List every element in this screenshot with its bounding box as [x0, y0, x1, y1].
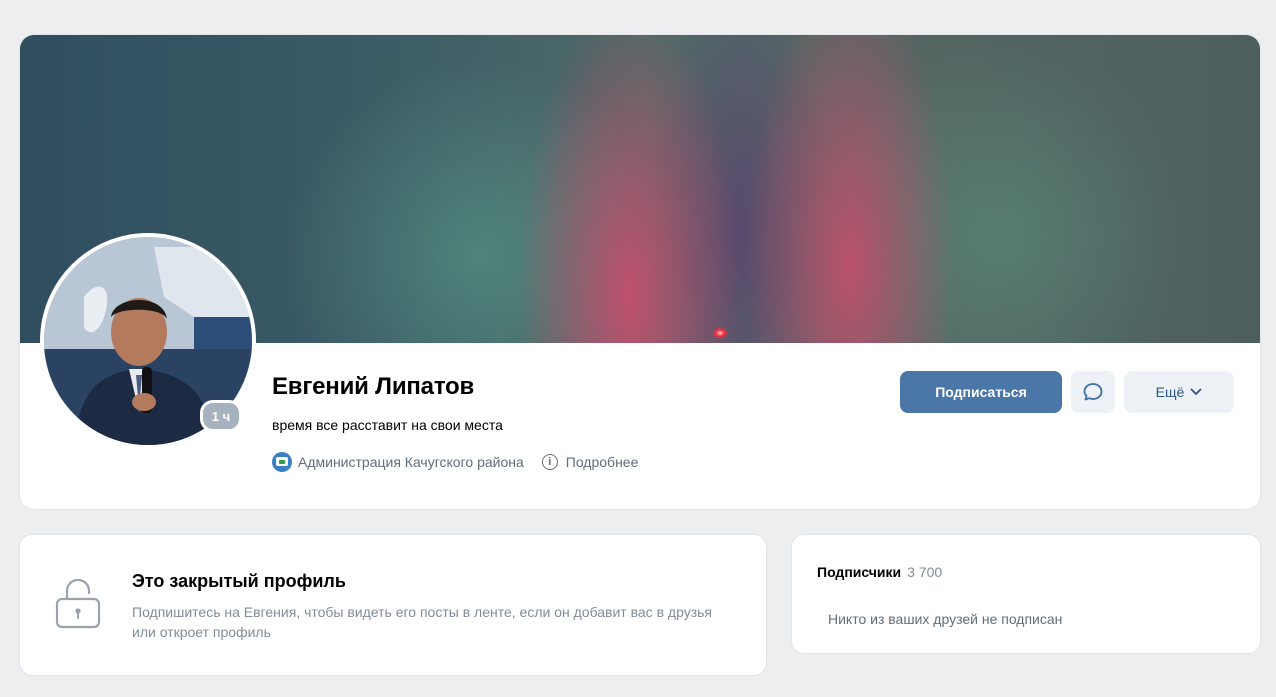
profile-status: время все расставит на свои места	[272, 417, 503, 433]
info-icon: i	[541, 454, 558, 470]
online-status-badge: 1 ч	[200, 400, 242, 432]
closed-profile-text: Подпишитесь на Евгения, чтобы видеть его…	[132, 604, 712, 640]
details-link[interactable]: Подробнее	[566, 454, 639, 470]
followers-count: 3 700	[907, 564, 943, 580]
organization-link[interactable]: Администрация Качугского района	[298, 454, 524, 470]
more-label: Ещё	[1155, 384, 1185, 400]
subscribe-button[interactable]: Подписаться	[900, 371, 1062, 413]
closed-profile-title: Это закрытый профиль	[132, 571, 346, 591]
organization-logo-icon	[272, 452, 292, 472]
followers-title: Подписчики	[817, 564, 902, 580]
message-button[interactable]	[1071, 371, 1115, 413]
profile-name: Евгений Липатов	[272, 373, 475, 400]
lock-icon	[55, 578, 101, 629]
message-bubble-icon	[1083, 383, 1103, 401]
followers-header[interactable]: Подписчики 3 700	[817, 564, 942, 580]
closed-profile-card: Это закрытый профиль Подпишитесь на Евге…	[20, 535, 766, 675]
more-button[interactable]: Ещё	[1124, 371, 1234, 413]
followers-card: Подписчики 3 700 Никто из ваших друзей н…	[792, 535, 1260, 653]
followers-empty-text: Никто из ваших друзей не подписан	[828, 611, 1063, 627]
page: 1 ч Евгений Липатов время все расставит …	[0, 0, 1276, 697]
profile-work-row: Администрация Качугского района i Подроб…	[272, 452, 638, 472]
chevron-down-icon	[1190, 388, 1202, 395]
